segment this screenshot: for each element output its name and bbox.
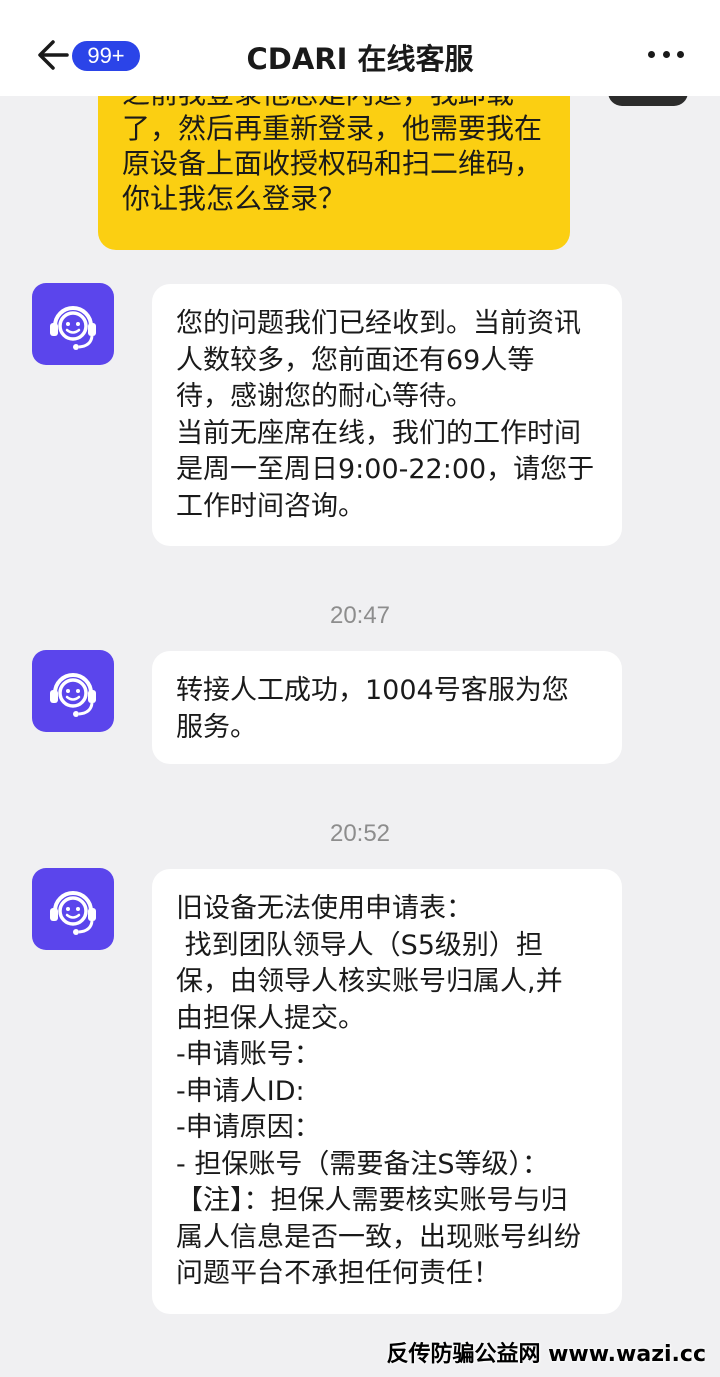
page-title: CDARI 在线客服	[246, 42, 474, 76]
message-line: 你让我怎么登录？	[122, 182, 347, 215]
agent-message-bubble[interactable]: 旧设备无法使用申请表： 找到团队领导人（S5级别）担 保，由领导人核实账号归属人…	[152, 869, 622, 1314]
support-agent-icon	[50, 891, 96, 935]
agent-avatar[interactable]	[32, 868, 114, 950]
message-line: -申请人ID:	[176, 1075, 305, 1107]
agent-message-bubble[interactable]: 转接人工成功，1004号客服为您 服务。	[152, 651, 622, 764]
agent-message-bubble[interactable]: 您的问题我们已经收到。当前资讯 人数较多，您前面还有69人等 待，感谢您的耐心等…	[152, 284, 622, 546]
message-line: 问题平台不承担任何责任！	[176, 1258, 500, 1289]
support-agent-icon	[50, 673, 96, 717]
timestamp: 20:47	[329, 602, 391, 629]
message-line: 保，由领导人核实账号归属人,并	[176, 966, 563, 997]
message-line: 找到团队领导人（S5级别）担	[176, 929, 543, 961]
agent-avatar[interactable]	[32, 283, 114, 365]
message-line: 由担保人提交。	[176, 1002, 365, 1034]
chat-header: 99+ CDARI 在线客服	[0, 0, 720, 96]
message-line: 属人信息是否一致，出现账号纠纷	[176, 1221, 581, 1253]
more-button[interactable]	[648, 46, 684, 62]
message-line: -申请账号：	[176, 1039, 321, 1070]
message-line: - 担保账号（需要备注S等级）：	[176, 1148, 549, 1180]
watermark: 反传防骗公益网 www.wazi.cc	[386, 1342, 706, 1367]
message-line: 原设备上面收授权码和扫二维码，	[122, 147, 543, 180]
message-line: 当前无座席在线，我们的工作时间	[176, 417, 581, 449]
message-line: 了，然后再重新登录，他需要我在	[122, 112, 543, 145]
message-line: 待，感谢您的耐心等待。	[176, 381, 473, 412]
agent-avatar[interactable]	[32, 650, 114, 732]
message-line: -申请原因：	[176, 1112, 321, 1143]
message-line: 服务。	[176, 711, 257, 743]
more-dots-icon	[648, 50, 655, 58]
message-line: 人数较多，您前面还有69人等	[176, 344, 535, 376]
message-line: 旧设备无法使用申请表：	[176, 893, 473, 924]
message-line: 是周一至周日9:00-22:00，请您于	[176, 454, 595, 485]
support-agent-icon	[50, 306, 96, 350]
message-line: 转接人工成功，1004号客服为您	[176, 675, 569, 706]
timestamp: 20:52	[329, 820, 391, 847]
message-line: 您的问题我们已经收到。当前资讯	[176, 308, 581, 339]
message-line: 工作时间咨询。	[176, 490, 365, 522]
user-message-bubble[interactable]: 之前我登录他总是闪退，我卸载 了，然后再重新登录，他需要我在 原设备上面收授权码…	[98, 70, 570, 250]
message-line: 【注】：担保人需要核实账号与归	[176, 1185, 568, 1216]
